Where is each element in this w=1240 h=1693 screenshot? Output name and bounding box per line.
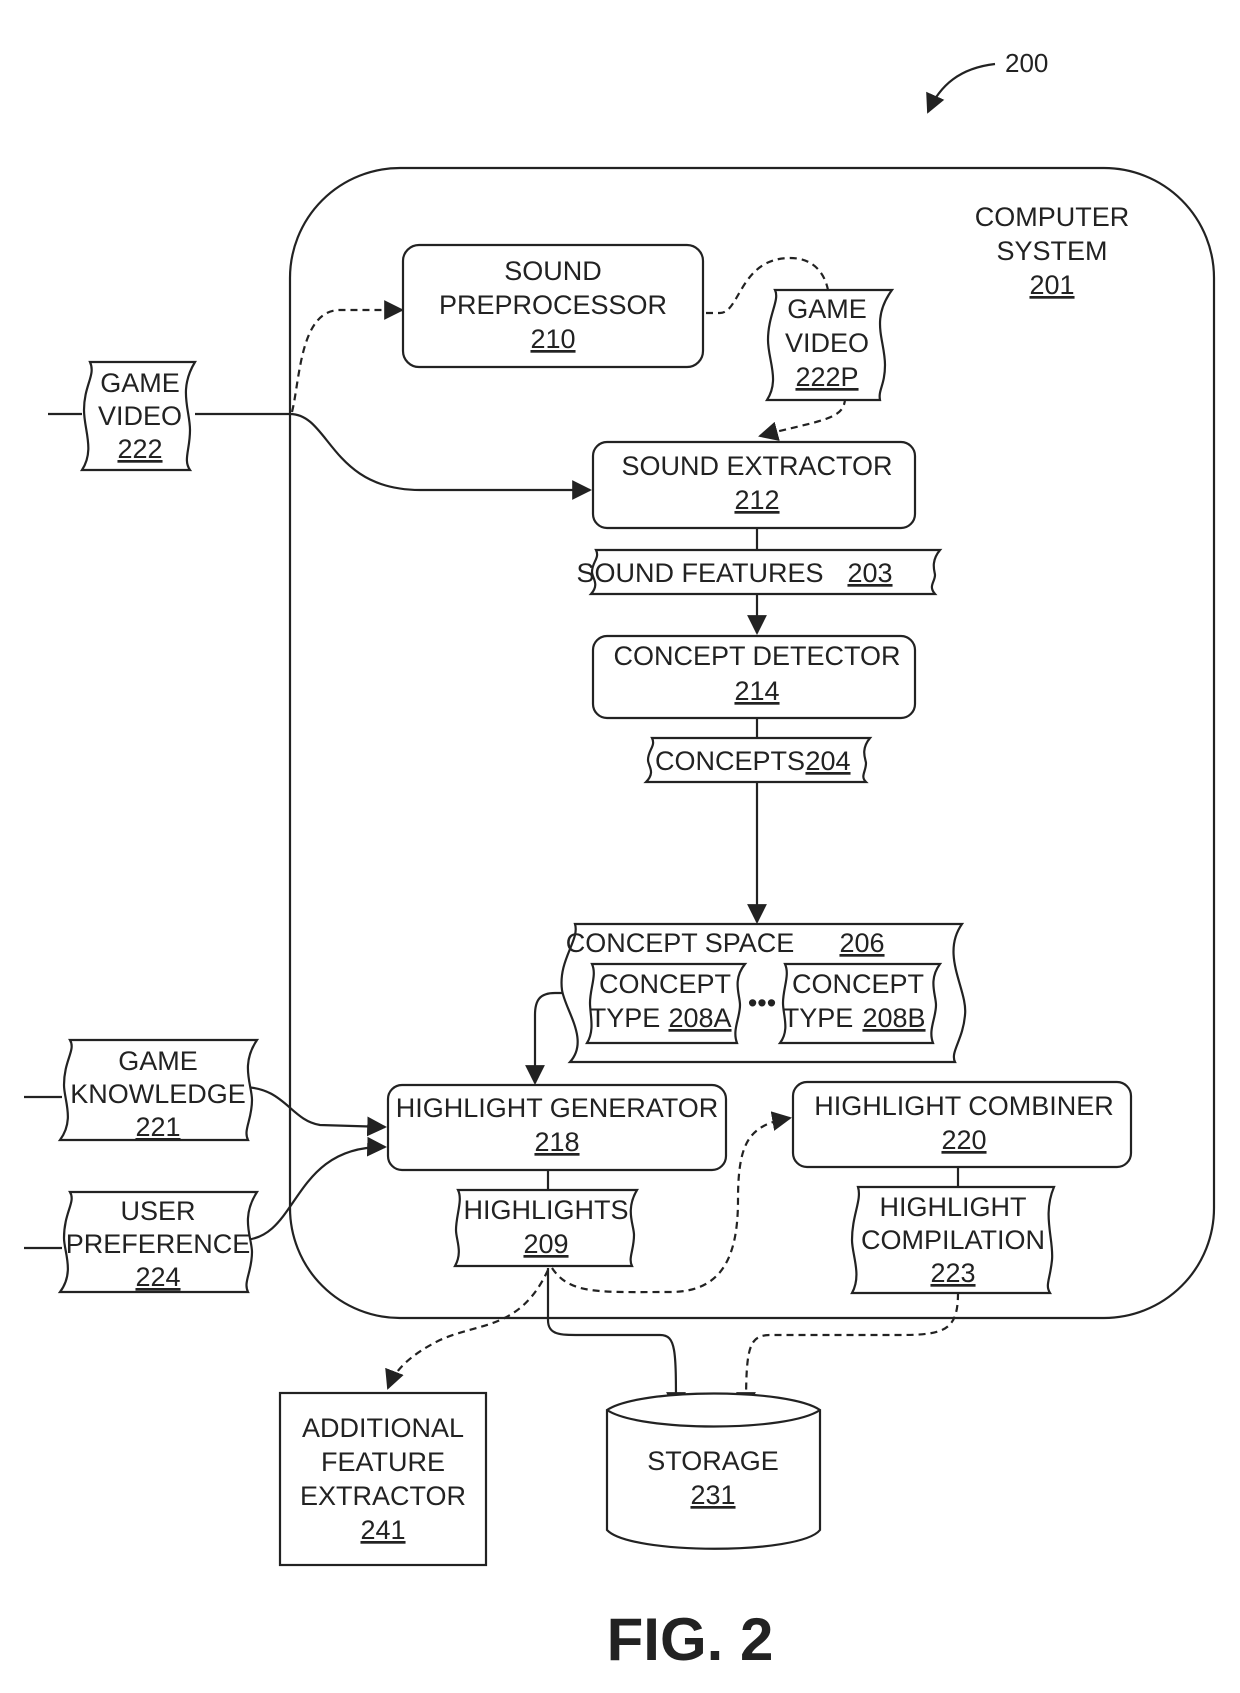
figure-reference: 200 [926, 48, 1048, 114]
connector-preference-to-generator [241, 1136, 387, 1242]
user-preference-node[interactable]: USER PREFERENCE 224 [57, 1190, 260, 1294]
svg-text:PREFERENCE: PREFERENCE [66, 1229, 251, 1259]
svg-text:SYSTEM: SYSTEM [996, 236, 1107, 266]
connector-knowledge-to-generator [241, 1085, 387, 1137]
svg-text:ADDITIONAL: ADDITIONAL [302, 1413, 464, 1443]
diagram-canvas: 200 COMPUTER SYSTEM 201 SOUND PREPROCESS… [24, 48, 1216, 1673]
svg-text:TYPE: TYPE [783, 1003, 854, 1033]
reference-arrow [926, 62, 996, 114]
svg-text:204: 204 [805, 746, 850, 776]
figure-caption: FIG. 2 [607, 1606, 774, 1673]
svg-text:203: 203 [847, 558, 892, 588]
svg-text:CONCEPT DETECTOR: CONCEPT DETECTOR [613, 641, 900, 671]
sound-extractor-node[interactable]: SOUND EXTRACTOR 212 [591, 440, 917, 530]
svg-text:HIGHLIGHTS: HIGHLIGHTS [463, 1195, 628, 1225]
highlight-combiner-node[interactable]: HIGHLIGHT COMBINER 220 [791, 1080, 1133, 1169]
svg-text:EXTRACTOR: EXTRACTOR [300, 1481, 466, 1511]
svg-text:214: 214 [734, 676, 779, 706]
additional-feature-extractor-node[interactable]: ADDITIONAL FEATURE EXTRACTOR 241 [278, 1391, 488, 1567]
svg-text:COMPUTER: COMPUTER [975, 202, 1130, 232]
svg-text:222: 222 [117, 434, 162, 464]
svg-text:USER: USER [120, 1196, 195, 1226]
svg-text:CONCEPTS: CONCEPTS [655, 746, 805, 776]
sound-preprocessor-node[interactable]: SOUND PREPROCESSOR 210 [401, 243, 705, 369]
game-knowledge-node[interactable]: GAME KNOWLEDGE 221 [57, 1038, 260, 1142]
svg-text:241: 241 [360, 1515, 405, 1545]
svg-text:VIDEO: VIDEO [98, 401, 182, 431]
computer-system-label: COMPUTER SYSTEM 201 [975, 202, 1130, 300]
concept-type-a-node[interactable]: CONCEPT TYPE 208A [585, 962, 748, 1045]
svg-text:221: 221 [135, 1112, 180, 1142]
concept-detector-node[interactable]: CONCEPT DETECTOR 214 [591, 634, 917, 720]
connector-game-video-to-preprocessor [290, 300, 404, 413]
svg-text:231: 231 [690, 1480, 735, 1510]
svg-text:218: 218 [534, 1127, 579, 1157]
svg-text:PREPROCESSOR: PREPROCESSOR [439, 290, 667, 320]
svg-text:COMPILATION: COMPILATION [861, 1225, 1045, 1255]
svg-text:KNOWLEDGE: KNOWLEDGE [70, 1079, 246, 1109]
highlight-generator-node[interactable]: HIGHLIGHT GENERATOR 218 [386, 1083, 728, 1172]
svg-text:GAME: GAME [100, 368, 180, 398]
svg-text:201: 201 [1029, 270, 1074, 300]
svg-text:FEATURE: FEATURE [321, 1447, 445, 1477]
svg-text:HIGHLIGHT GENERATOR: HIGHLIGHT GENERATOR [396, 1093, 719, 1123]
ellipsis: ••• [748, 988, 776, 1018]
svg-text:222P: 222P [795, 362, 858, 392]
storage-node[interactable]: STORAGE 231 [605, 1392, 822, 1550]
svg-text:209: 209 [523, 1229, 568, 1259]
svg-text:208A: 208A [668, 1003, 731, 1033]
svg-text:212: 212 [734, 485, 779, 515]
svg-text:CONCEPT SPACE: CONCEPT SPACE [566, 928, 795, 958]
svg-text:SOUND EXTRACTOR: SOUND EXTRACTOR [621, 451, 892, 481]
highlights-node[interactable]: HIGHLIGHTS 209 [453, 1188, 639, 1268]
svg-text:VIDEO: VIDEO [785, 328, 869, 358]
concept-space-node[interactable]: CONCEPT SPACE 206 CONCEPT TYPE 208A ••• … [560, 922, 967, 1064]
svg-text:GAME: GAME [787, 294, 867, 324]
sound-features-node[interactable]: SOUND FEATURES 203 [576, 548, 943, 596]
connector-highlights-to-additional-extractor [385, 1269, 549, 1390]
concepts-node[interactable]: CONCEPTS 204 [643, 736, 873, 784]
connector-highlights-to-storage [546, 1268, 686, 1412]
svg-text:HIGHLIGHT COMBINER: HIGHLIGHT COMBINER [814, 1091, 1114, 1121]
connector-compilation-to-storage [736, 1292, 960, 1412]
game-video-node[interactable]: GAME VIDEO 222 [79, 360, 197, 472]
svg-text:208B: 208B [862, 1003, 925, 1033]
figure-ref-label: 200 [1005, 48, 1048, 78]
svg-text:HIGHLIGHT: HIGHLIGHT [879, 1192, 1026, 1222]
svg-text:223: 223 [930, 1258, 975, 1288]
svg-text:210: 210 [530, 324, 575, 354]
svg-text:SOUND FEATURES: SOUND FEATURES [576, 558, 823, 588]
concept-type-b-node[interactable]: CONCEPT TYPE 208B [777, 962, 943, 1045]
connector-game-video-to-sound-extractor [195, 412, 592, 500]
game-video-p-node[interactable]: GAME VIDEO 222P [764, 288, 895, 402]
highlight-compilation-node[interactable]: HIGHLIGHT COMPILATION 223 [850, 1185, 1056, 1295]
svg-text:CONCEPT: CONCEPT [599, 969, 731, 999]
svg-text:220: 220 [941, 1125, 986, 1155]
svg-text:SOUND: SOUND [504, 256, 602, 286]
svg-text:206: 206 [839, 928, 884, 958]
svg-text:STORAGE: STORAGE [647, 1446, 779, 1476]
connector-video-p-to-sound-extractor [758, 397, 847, 441]
svg-text:GAME: GAME [118, 1046, 198, 1076]
svg-text:CONCEPT: CONCEPT [792, 969, 924, 999]
svg-text:224: 224 [135, 1262, 180, 1292]
svg-text:TYPE: TYPE [590, 1003, 661, 1033]
